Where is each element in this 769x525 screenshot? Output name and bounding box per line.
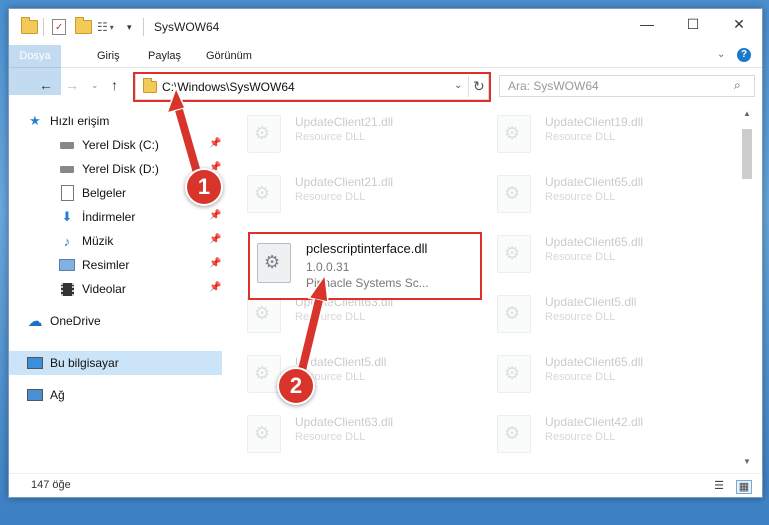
annotation-arrows <box>165 86 329 372</box>
step-1-badge: 1 <box>185 168 223 206</box>
arrow-1 <box>165 86 204 178</box>
step-2-badge: 2 <box>277 367 315 405</box>
arrow-2 <box>296 272 329 372</box>
